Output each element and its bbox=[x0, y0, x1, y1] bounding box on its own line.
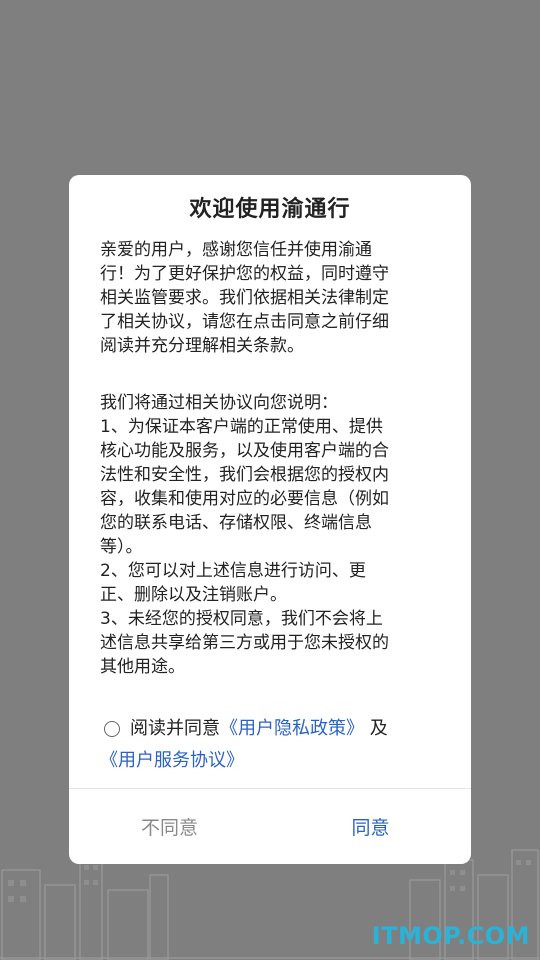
consent-and: 及 bbox=[364, 718, 388, 739]
privacy-policy-link[interactable]: 《用户隐私政策》 bbox=[220, 718, 364, 739]
intro-text: 亲爱的用户，感谢您信任并使用渝通 行！为了更好保护您的权益，同时遵守 相关监管要… bbox=[100, 240, 389, 356]
consent-radio[interactable] bbox=[104, 721, 120, 737]
details-text: 我们将通过相关协议向您说明： 1、为保证本客户端的正常使用、提供 核心功能及服务… bbox=[100, 393, 389, 677]
dialog-title: 欢迎使用渝通行 bbox=[189, 197, 351, 222]
consent-dialog: 欢迎使用渝通行 亲爱的用户，感谢您信任并使用渝通 行！为了更好保护您的权益，同时… bbox=[69, 175, 471, 864]
site-watermark: ITMOP.COM bbox=[371, 922, 530, 950]
dialog-buttons: 不同意 同意 bbox=[69, 789, 471, 864]
disagree-button[interactable]: 不同意 bbox=[69, 789, 270, 864]
consent-prefix: 阅读并同意 bbox=[130, 718, 220, 739]
agree-button[interactable]: 同意 bbox=[270, 789, 471, 864]
consent-row: 阅读并同意《用户隐私政策》 及 《用户服务协议》 bbox=[100, 713, 446, 777]
service-agreement-link[interactable]: 《用户服务协议》 bbox=[100, 750, 244, 771]
dialog-content: 亲爱的用户，感谢您信任并使用渝通 行！为了更好保护您的权益，同时遵守 相关监管要… bbox=[100, 238, 446, 679]
